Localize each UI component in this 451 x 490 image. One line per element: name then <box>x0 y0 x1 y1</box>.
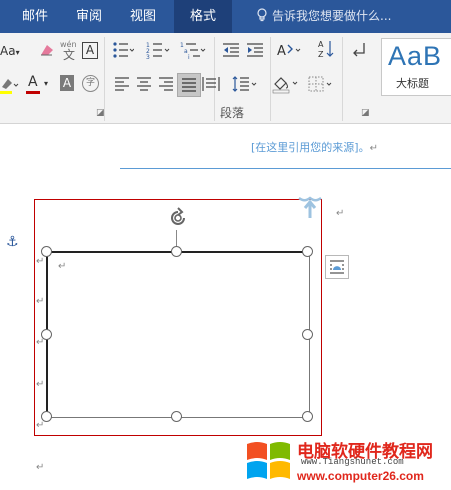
svg-text:Z: Z <box>318 50 324 59</box>
anchor-icon: ⚓ <box>6 234 19 250</box>
increase-indent-icon[interactable] <box>246 42 264 58</box>
char-border-button[interactable]: A <box>82 42 98 59</box>
style-preview-text: AaB <box>388 41 443 71</box>
paragraph-group-launcher[interactable]: ◪ <box>361 105 370 121</box>
resize-handle-right[interactable] <box>302 329 313 340</box>
numbering-icon[interactable]: 123 <box>146 41 170 59</box>
lightbulb-icon <box>257 8 267 22</box>
citation-text[interactable]: [在这里引用您的来源]。↵ <box>251 139 378 155</box>
layout-options-button[interactable] <box>325 255 349 279</box>
watermark-url-top: www.Tiangshunet.com <box>301 457 404 467</box>
font-color-dropdown[interactable]: ▾ <box>44 76 48 92</box>
justify-icon <box>182 78 196 92</box>
rotate-handle-icon[interactable] <box>166 206 190 230</box>
style-name-label: 大标题 <box>396 77 429 90</box>
style-gallery-item[interactable]: AaB 大标题 <box>381 38 451 96</box>
enclose-chars-button[interactable]: 字 <box>82 75 99 92</box>
tab-view[interactable]: 视图 <box>120 0 166 33</box>
svg-text:3: 3 <box>146 54 150 59</box>
change-case-button[interactable]: Aa▾ <box>0 43 20 61</box>
borders-icon[interactable] <box>308 75 336 93</box>
para-mark: ↵ <box>336 208 345 219</box>
para-mark: ↵ <box>36 420 45 431</box>
tab-format[interactable]: 格式 <box>174 0 232 33</box>
tab-mailings[interactable]: 邮件 <box>12 0 58 33</box>
textbox-para-mark: ↵ <box>58 261 67 272</box>
sort-icon[interactable]: AZ <box>318 39 334 59</box>
ribbon-tab-bar: 邮件 审阅 视图 格式 告诉我您想要做什么... <box>0 0 451 33</box>
text-highlight-icon[interactable] <box>0 75 22 95</box>
align-center-icon[interactable] <box>136 77 152 91</box>
resize-handle-top[interactable] <box>171 246 182 257</box>
svg-text:A: A <box>277 44 286 59</box>
para-mark: ↵ <box>36 256 45 267</box>
paragraph-group-label: 段落 <box>220 106 245 120</box>
para-mark: ↵ <box>36 462 45 473</box>
resize-handle-top-right[interactable] <box>302 246 313 257</box>
justify-button[interactable] <box>177 73 201 97</box>
tell-me-placeholder: 告诉我您想要做什么... <box>272 9 392 23</box>
phonetic-guide-button[interactable]: 文 <box>63 47 75 63</box>
show-marks-icon[interactable] <box>352 41 366 59</box>
move-arrow-icon <box>298 196 322 218</box>
document-page: [在这里引用您的来源]。↵ ⚓ ↵ ↵ ↵ ↵ ↵ ↵ ↵ ↵ 电脑软硬件教程网… <box>0 124 451 490</box>
svg-text:A: A <box>318 40 324 49</box>
para-mark: ↵ <box>36 379 45 390</box>
shading-icon[interactable] <box>272 74 302 94</box>
svg-text:i: i <box>188 54 190 59</box>
layout-options-icon <box>330 260 344 274</box>
font-group-launcher[interactable]: ◪ <box>96 105 105 121</box>
distributed-icon[interactable] <box>202 75 220 93</box>
header-rule <box>120 168 451 169</box>
resize-handle-bottom[interactable] <box>171 411 182 422</box>
bullets-icon[interactable] <box>112 41 134 59</box>
align-right-icon[interactable] <box>158 77 174 91</box>
text-direction-icon[interactable]: A <box>276 41 304 59</box>
font-color-button[interactable]: A <box>28 74 38 90</box>
char-shading-button[interactable]: A <box>60 75 74 91</box>
watermark-url-bottom: www.computer26.com <box>297 469 424 483</box>
para-mark: ↵ <box>36 337 45 348</box>
line-spacing-icon[interactable] <box>232 75 260 93</box>
watermark: 电脑软硬件教程网 www.Tiangshunet.com www.compute… <box>245 434 451 490</box>
decrease-indent-icon[interactable] <box>222 42 240 58</box>
tell-me-search[interactable]: 告诉我您想要做什么... <box>256 0 391 33</box>
windows-logo-icon <box>247 442 290 479</box>
text-box-shape[interactable] <box>46 251 310 418</box>
clear-format-icon[interactable] <box>38 42 56 58</box>
tab-review[interactable]: 审阅 <box>66 0 112 33</box>
align-left-icon[interactable] <box>114 77 130 91</box>
para-mark: ↵ <box>36 296 45 307</box>
multilevel-list-icon[interactable]: 1ai <box>180 41 206 59</box>
font-color-swatch <box>26 91 40 94</box>
resize-handle-bottom-right[interactable] <box>302 411 313 422</box>
